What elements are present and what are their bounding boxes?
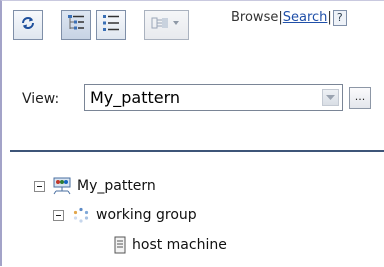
tree-item-root[interactable]: My_pattern [34,177,156,195]
list-view-icon [101,13,121,37]
refresh-icon [19,14,37,36]
tree-item-label: My_pattern [77,178,156,194]
list-view-button[interactable] [96,10,126,40]
view-label: View: [22,91,60,107]
link-separator: | [327,10,332,25]
layout-dropdown-icon [149,14,185,36]
help-icon[interactable]: ? [332,10,347,26]
panel-frame [0,0,384,266]
group-icon [72,207,90,223]
tree-item-label: working group [96,207,197,223]
view-more-button[interactable]: ... [349,87,371,109]
top-links: Browse|Search|? [231,10,347,26]
tree-view-button[interactable] [61,10,91,40]
layout-dropdown-button[interactable] [144,10,189,40]
refresh-button[interactable] [13,10,43,40]
host-icon [114,236,126,254]
collapse-toggle[interactable] [53,209,64,221]
divider [10,150,384,152]
tree-item-host[interactable]: host machine [114,236,227,254]
pattern-icon [53,177,71,195]
view-select[interactable]: My_pattern [84,84,343,111]
search-link[interactable]: Search [283,10,328,25]
tree-item-group[interactable]: working group [53,207,197,223]
tree-item-label: host machine [132,237,227,253]
tree-view-icon [66,13,86,37]
view-select-value: My_pattern [90,88,181,107]
browse-label: Browse [231,10,279,25]
chevron-down-icon[interactable] [322,89,339,106]
collapse-toggle[interactable] [34,180,45,192]
